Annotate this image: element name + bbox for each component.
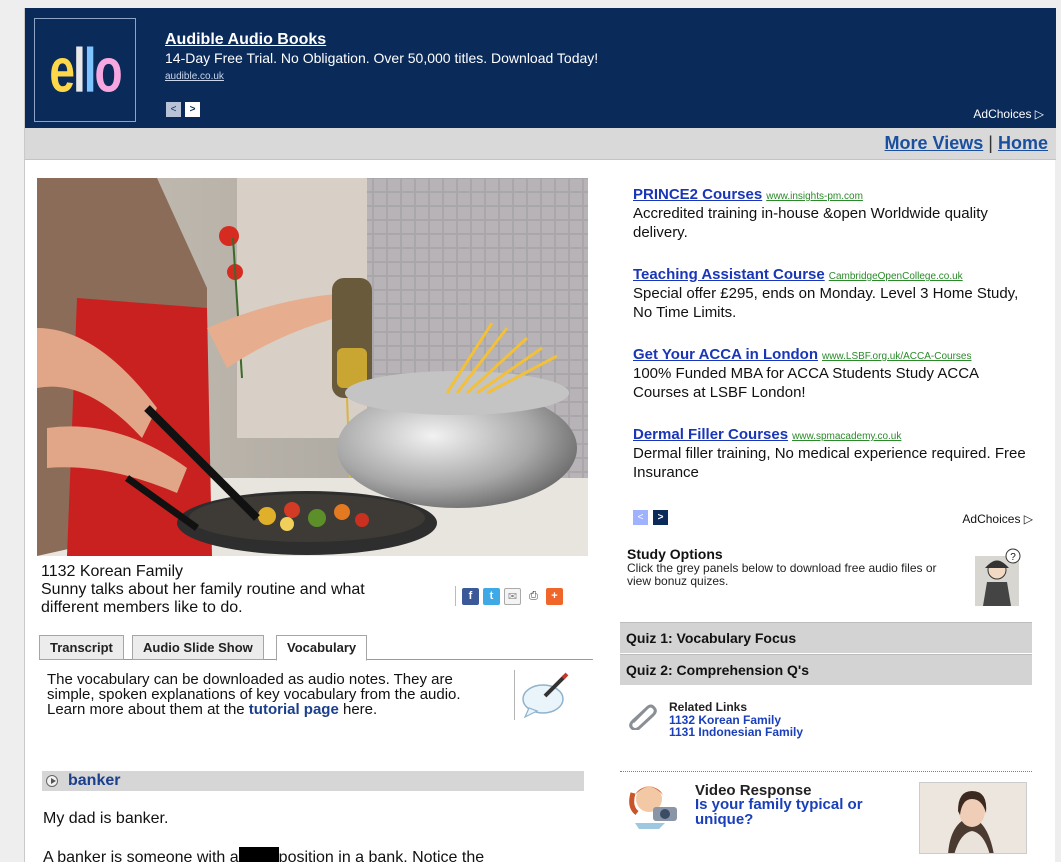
add-icon[interactable]: + [546, 587, 563, 605]
views-links: More Views | Home [885, 133, 1048, 154]
vocab-explanation: A banker is someone with a position in a … [43, 847, 484, 862]
related-links-title: Related Links [669, 700, 748, 714]
play-icon[interactable] [46, 775, 58, 787]
views-separator: | [988, 133, 993, 153]
student-icon: ? [969, 548, 1025, 610]
right-ad-item: Teaching Assistant Course CambridgeOpenCo… [633, 266, 1033, 322]
vocab-word-bar[interactable]: banker [42, 771, 584, 791]
tab-bar: Transcript Audio Slide Show Vocabulary [39, 635, 593, 661]
share-divider [455, 586, 456, 606]
email-icon[interactable]: ✉ [504, 587, 521, 605]
right-ad-description: Special offer £295, ends on Monday. Leve… [633, 285, 1019, 321]
right-ad-url-link[interactable]: CambridgeOpenCollege.co.uk [829, 271, 963, 282]
share-icons: f t ✉ ⎙ + [455, 585, 563, 607]
print-icon[interactable]: ⎙ [525, 587, 542, 605]
right-ad-title-link[interactable]: Dermal Filler Courses [633, 426, 788, 443]
vocab-explanation-start: A banker is someone with a [43, 849, 239, 862]
lesson-description: Sunny talks about her family routine and… [41, 581, 365, 616]
top-ad-adchoices-link[interactable]: AdChoices ▷ [973, 107, 1044, 121]
right-ad-url-link[interactable]: www.LSBF.org.uk/ACCA-Courses [822, 351, 972, 362]
tab-audio-slide-show[interactable]: Audio Slide Show [132, 635, 264, 660]
vocab-intro-end: here. [338, 701, 378, 718]
vocab-word: banker [68, 772, 121, 789]
right-ad-url-link[interactable]: www.spmacademy.co.uk [792, 431, 901, 442]
study-options: Study Options Click the grey panels belo… [627, 546, 957, 588]
video-camera-girl-icon [625, 779, 685, 829]
right-ad-description: 100% Funded MBA for ACCA Students Study … [633, 365, 979, 401]
top-ad-prev-button[interactable]: < [166, 102, 181, 117]
top-ad-next-button[interactable]: > [185, 102, 200, 117]
facebook-icon[interactable]: f [462, 587, 479, 605]
vocab-intro: The vocabulary can be downloaded as audi… [47, 672, 497, 717]
top-ad-text: 14-Day Free Trial. No Obligation. Over 5… [165, 50, 599, 66]
paperclip-icon [627, 700, 657, 731]
right-ad-item: Dermal Filler Courses www.spmacademy.co.u… [633, 426, 1033, 482]
tutorial-page-link[interactable]: tutorial page [249, 701, 339, 718]
right-ad-url-link[interactable]: www.insights-pm.com [766, 191, 863, 202]
top-ad-banner: ello Audible Audio Books 14-Day Free Tri… [25, 8, 1056, 128]
redacted-block [238, 847, 279, 862]
tab-transcript[interactable]: Transcript [39, 635, 124, 660]
twitter-icon[interactable]: t [483, 587, 500, 605]
video-response-link[interactable]: Is your family typical or unique? [695, 797, 885, 827]
lesson-title: 1132 Korean Family [41, 563, 183, 580]
quiz-vocabulary-panel[interactable]: Quiz 1: Vocabulary Focus [620, 622, 1032, 653]
right-ad-prev-button[interactable]: < [633, 510, 648, 525]
video-thumbnail[interactable] [919, 782, 1027, 854]
more-views-link[interactable]: More Views [885, 133, 984, 153]
right-ad-title-link[interactable]: PRINCE2 Courses [633, 186, 762, 203]
ello-logo[interactable]: ello [34, 18, 136, 122]
study-options-title: Study Options [627, 546, 723, 562]
logo-text: ello [49, 34, 122, 106]
right-ad-next-button[interactable]: > [653, 510, 668, 525]
related-link[interactable]: 1131 Indonesian Family [669, 726, 803, 738]
top-ad-url-link[interactable]: audible.co.uk [165, 71, 224, 82]
right-ad-title-link[interactable]: Teaching Assistant Course [633, 266, 825, 283]
lesson-photo [37, 178, 588, 556]
right-ad-item: Get Your ACCA in London www.LSBF.org.uk/A… [633, 346, 1033, 402]
vocab-example: My dad is banker. [43, 810, 169, 827]
speech-bubble-icon [514, 670, 572, 720]
views-bar: More Views | Home [25, 128, 1056, 160]
svg-text:?: ? [1010, 552, 1016, 563]
page: ello Audible Audio Books 14-Day Free Tri… [24, 8, 1056, 862]
tab-vocabulary[interactable]: Vocabulary [276, 635, 368, 661]
vocab-explanation-end: position in a bank. Notice the [278, 849, 485, 862]
home-link[interactable]: Home [998, 133, 1048, 153]
right-ad-adchoices-link[interactable]: AdChoices ▷ [962, 512, 1033, 526]
right-ad-description: Accredited training in-house &open World… [633, 205, 988, 241]
right-ad-item: PRINCE2 Courses www.insights-pm.com Accre… [633, 186, 1033, 242]
right-ad-title-link[interactable]: Get Your ACCA in London [633, 346, 818, 363]
top-ad-title-link[interactable]: Audible Audio Books [165, 31, 326, 49]
video-divider [620, 771, 1032, 772]
quiz-comprehension-panel[interactable]: Quiz 2: Comprehension Q's [620, 654, 1032, 685]
right-ad-description: Dermal filler training, No medical exper… [633, 445, 1026, 481]
study-options-text: Click the grey panels below to download … [627, 561, 937, 588]
